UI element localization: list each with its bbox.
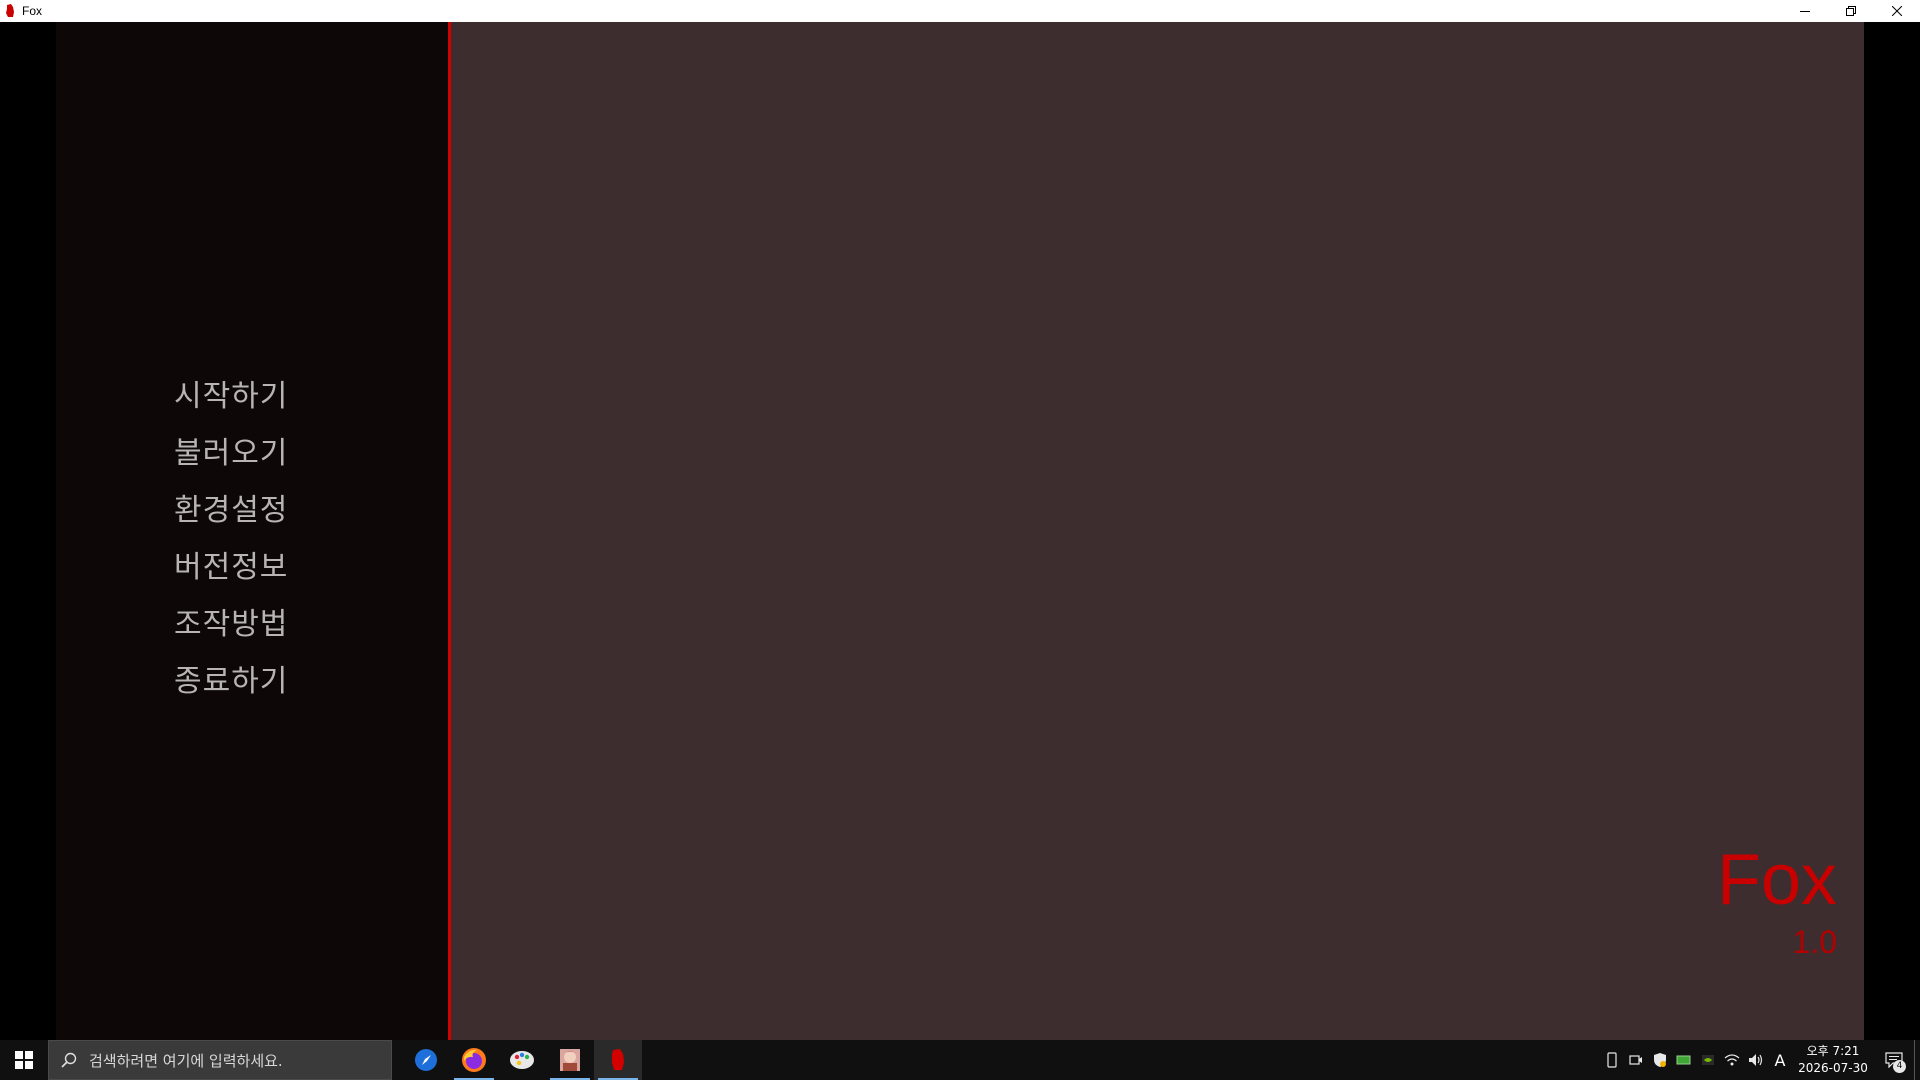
brand-block: Fox 1.0	[1717, 844, 1837, 960]
taskbar-app-compass[interactable]	[402, 1040, 450, 1080]
main-stage: Fox 1.0	[451, 22, 1864, 1040]
taskbar: 검색하려면 여기에 입력하세요. A 오후 7:21 2026-07-30 4	[0, 1040, 1920, 1080]
usb-device-icon[interactable]	[1600, 1040, 1624, 1080]
window-title: Fox	[22, 4, 43, 18]
restore-button[interactable]	[1828, 0, 1874, 22]
windows-logo-icon	[15, 1051, 33, 1069]
character-app-icon	[560, 1049, 580, 1071]
letterbox-left	[0, 22, 56, 1040]
search-placeholder: 검색하려면 여기에 입력하세요.	[89, 1051, 283, 1070]
paint-app-icon	[510, 1051, 534, 1069]
taskbar-clock[interactable]: 오후 7:21 2026-07-30	[1792, 1040, 1874, 1080]
app-blue-compass-icon	[415, 1049, 437, 1071]
search-icon	[61, 1052, 77, 1068]
show-desktop-button[interactable]	[1914, 1040, 1920, 1080]
security-shield-icon[interactable]	[1648, 1040, 1672, 1080]
fox-app-icon	[4, 3, 16, 19]
taskbar-app-character[interactable]	[546, 1040, 594, 1080]
network-icon[interactable]	[1720, 1040, 1744, 1080]
title-bar: Fox	[0, 0, 1920, 22]
taskbar-search[interactable]: 검색하려면 여기에 입력하세요.	[48, 1040, 392, 1080]
letterbox-right	[1864, 22, 1920, 1040]
action-center-button[interactable]: 4	[1874, 1040, 1914, 1080]
input-method-indicator[interactable]: A	[1768, 1040, 1792, 1080]
game-window: 시작하기 불러오기 환경설정 버전정보 조작방법 종료하기 Fox 1.0	[0, 22, 1920, 1040]
menu-item-quit[interactable]: 종료하기	[174, 653, 288, 710]
fox-app-icon	[612, 1049, 624, 1070]
menu-item-settings[interactable]: 환경설정	[174, 482, 288, 539]
system-tray: A 오후 7:21 2026-07-30 4	[1600, 1040, 1920, 1080]
taskbar-app-fox[interactable]	[594, 1040, 642, 1080]
start-button[interactable]	[0, 1040, 48, 1080]
taskbar-app-firefox[interactable]	[450, 1040, 498, 1080]
taskbar-app-paint[interactable]	[498, 1040, 546, 1080]
nvidia-icon[interactable]	[1696, 1040, 1720, 1080]
notification-count-badge: 4	[1893, 1060, 1906, 1073]
firefox-icon	[462, 1048, 486, 1072]
menu-item-controls[interactable]: 조작방법	[174, 596, 288, 653]
main-menu: 시작하기 불러오기 환경설정 버전정보 조작방법 종료하기	[174, 368, 288, 710]
battery-monitor-icon[interactable]	[1672, 1040, 1696, 1080]
game-version: 1.0	[1792, 924, 1837, 960]
menu-item-load[interactable]: 불러오기	[174, 425, 288, 482]
meet-now-icon[interactable]	[1624, 1040, 1648, 1080]
menu-item-version-info[interactable]: 버전정보	[174, 539, 288, 596]
close-button[interactable]	[1874, 0, 1920, 22]
minimize-button[interactable]	[1782, 0, 1828, 22]
game-title: Fox	[1716, 840, 1837, 920]
menu-item-start[interactable]: 시작하기	[174, 368, 288, 425]
volume-icon[interactable]	[1744, 1040, 1768, 1080]
clock-time: 오후 7:21	[1806, 1044, 1860, 1058]
menu-panel: 시작하기 불러오기 환경설정 버전정보 조작방법 종료하기	[56, 22, 448, 1040]
window-controls	[1782, 0, 1920, 22]
clock-date: 2026-07-30	[1798, 1061, 1868, 1075]
taskbar-apps	[402, 1040, 642, 1080]
